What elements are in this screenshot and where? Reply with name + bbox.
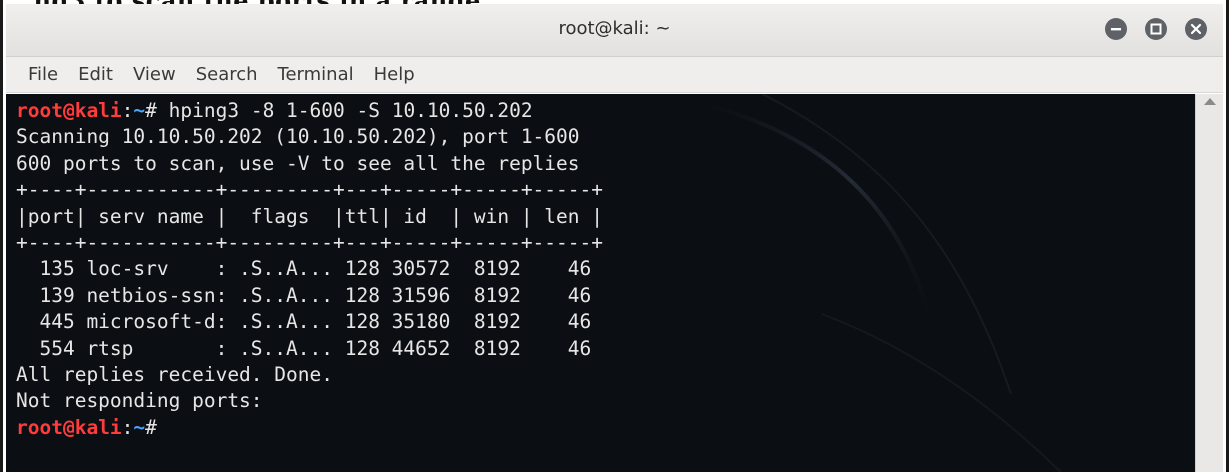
window-controls: [1105, 18, 1207, 40]
prompt-path: ~: [133, 415, 146, 439]
terminal-output-line: 600 ports to scan, use -V to see all the…: [16, 151, 580, 175]
prompt-user: root@kali: [16, 99, 122, 122]
close-icon[interactable]: [1185, 18, 1207, 40]
prompt-symbol: #: [145, 99, 157, 122]
menu-search[interactable]: Search: [186, 57, 268, 93]
terminal-output-line: 445 microsoft-d: .S..A... 128 35180 8192…: [16, 310, 592, 334]
terminal-output-line: Not responding ports:: [16, 389, 263, 413]
terminal-output-line: 139 netbios-ssn: .S..A... 128 31596 8192…: [16, 283, 592, 307]
terminal-scrollbar[interactable]: [1195, 94, 1223, 472]
terminal-output-line: |port| serv name | flags |ttl| id | win …: [16, 204, 603, 228]
terminal-output-line: +----+-----------+---------+---+-----+--…: [16, 178, 603, 202]
prompt-separator: :: [121, 415, 134, 439]
window-title: root@kali: ~: [558, 18, 671, 39]
prompt-path: ~: [133, 99, 146, 122]
menu-file[interactable]: File: [18, 57, 68, 93]
menu-terminal[interactable]: Terminal: [268, 57, 364, 93]
maximize-icon[interactable]: [1145, 18, 1167, 40]
terminal-command: hping3 -8 1-600 -S 10.10.50.202: [156, 99, 533, 122]
menubar: File Edit View Search Terminal Help: [6, 57, 1223, 93]
minimize-icon[interactable]: [1105, 18, 1127, 40]
terminal-prompt-line: root@kali:~# hping3 -8 1-600 -S 10.10.50…: [16, 98, 603, 124]
menu-edit[interactable]: Edit: [68, 57, 123, 93]
terminal-output-line: 135 loc-srv : .S..A... 128 30572 8192 46: [16, 257, 592, 281]
scroll-up-arrow-icon[interactable]: [1204, 98, 1216, 105]
menu-view[interactable]: View: [123, 57, 186, 93]
terminal-lines: root@kali:~# hping3 -8 1-600 -S 10.10.50…: [16, 98, 603, 441]
window-titlebar[interactable]: root@kali: ~: [6, 4, 1223, 57]
terminal-output-line: +----+-----------+---------+---+-----+--…: [16, 230, 603, 254]
prompt-symbol: #: [145, 415, 157, 439]
terminal-output-line: 554 rtsp : .S..A... 128 44652 8192 46: [16, 336, 592, 360]
prompt-separator: :: [121, 99, 134, 122]
menu-help[interactable]: Help: [364, 57, 425, 93]
terminal-output-line: All replies received. Done.: [16, 362, 333, 386]
terminal-prompt-line: root@kali:~#: [16, 415, 603, 441]
screenshot-frame: ng3 to scan the ports in a range root@ka…: [0, 0, 1229, 472]
prompt-user: root@kali: [16, 415, 122, 439]
terminal-output-line: Scanning 10.10.50.202 (10.10.50.202), po…: [16, 125, 580, 149]
terminal-output[interactable]: root@kali:~# hping3 -8 1-600 -S 10.10.50…: [6, 94, 1196, 472]
